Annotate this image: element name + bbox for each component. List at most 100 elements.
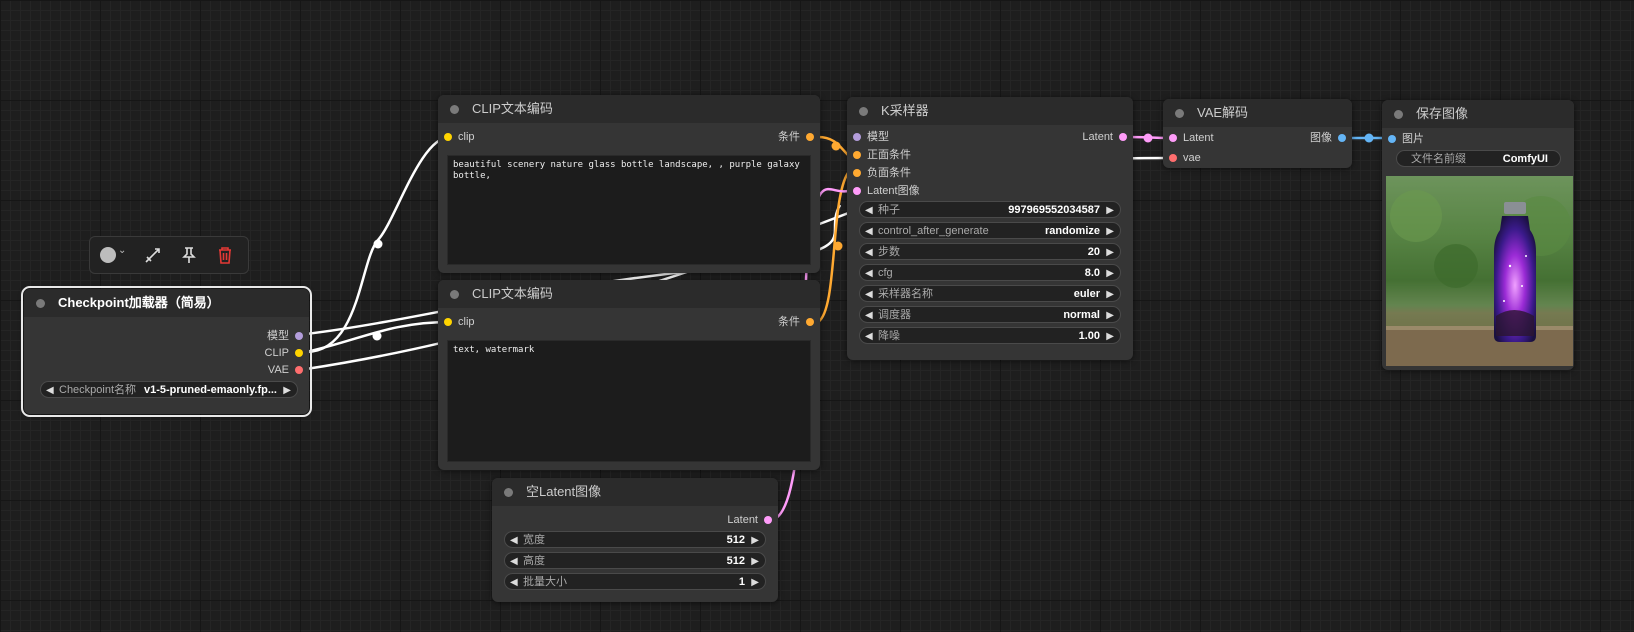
- bypass-button[interactable]: [140, 243, 166, 267]
- slot-dot[interactable]: [764, 516, 772, 524]
- node-title[interactable]: VAE解码: [1163, 99, 1352, 127]
- decrement-arrow[interactable]: ◀: [510, 574, 518, 591]
- save-image-node[interactable]: 保存图像 图片 文件名前缀 ComfyUI: [1382, 100, 1574, 370]
- widget-value: 1.00: [1078, 330, 1100, 342]
- color-picker-button[interactable]: ⌄: [96, 243, 128, 267]
- output-vae[interactable]: VAE: [268, 363, 309, 377]
- slot-dot[interactable]: [444, 318, 452, 326]
- input-positive[interactable]: 正面条件: [847, 148, 911, 162]
- decrement-arrow[interactable]: ◀: [865, 328, 873, 345]
- slot-dot[interactable]: [806, 318, 814, 326]
- increment-arrow[interactable]: ▶: [751, 553, 759, 570]
- output-conditioning[interactable]: 条件: [778, 130, 820, 144]
- node-title[interactable]: 空Latent图像: [492, 478, 778, 506]
- output-image[interactable]: 图像: [1310, 131, 1352, 145]
- filename-prefix-field[interactable]: 文件名前缀 ComfyUI: [1396, 150, 1561, 167]
- input-vae[interactable]: vae: [1163, 151, 1201, 165]
- slot-dot[interactable]: [853, 169, 861, 177]
- node-title[interactable]: K采样器: [847, 97, 1133, 125]
- checkpoint-name-combo[interactable]: ◀ Checkpoint名称 v1-5-pruned-emaonly.fp...…: [40, 381, 298, 398]
- slot-dot[interactable]: [1338, 134, 1346, 142]
- slot-dot[interactable]: [853, 187, 861, 195]
- increment-arrow[interactable]: ▶: [1106, 202, 1114, 219]
- slot-dot[interactable]: [853, 133, 861, 141]
- denoise-stepper[interactable]: ◀ 降噪 1.00 ▶: [859, 327, 1121, 344]
- slot-dot[interactable]: [853, 151, 861, 159]
- input-images[interactable]: 图片: [1382, 132, 1424, 146]
- output-latent[interactable]: Latent: [727, 513, 778, 527]
- collapse-dot[interactable]: [450, 105, 459, 114]
- collapse-dot[interactable]: [504, 488, 513, 497]
- batch-size-stepper[interactable]: ◀ 批量大小 1 ▶: [504, 573, 766, 590]
- decrement-arrow[interactable]: ◀: [865, 307, 873, 324]
- slot-dot[interactable]: [295, 332, 303, 340]
- steps-stepper[interactable]: ◀ 步数 20 ▶: [859, 243, 1121, 260]
- delete-button[interactable]: [212, 243, 238, 267]
- generated-image-preview[interactable]: [1386, 176, 1573, 366]
- input-latent-image[interactable]: Latent图像: [847, 184, 920, 198]
- collapse-dot[interactable]: [1394, 110, 1403, 119]
- decrement-arrow[interactable]: ◀: [865, 223, 873, 240]
- collapse-dot[interactable]: [450, 290, 459, 299]
- cfg-stepper[interactable]: ◀ cfg 8.0 ▶: [859, 264, 1121, 281]
- slot-dot[interactable]: [295, 349, 303, 357]
- increment-arrow[interactable]: ▶: [751, 532, 759, 549]
- increment-arrow[interactable]: ▶: [283, 382, 291, 399]
- input-model[interactable]: 模型: [847, 130, 889, 144]
- collapse-dot[interactable]: [1175, 109, 1184, 118]
- increment-arrow[interactable]: ▶: [751, 574, 759, 591]
- input-latent[interactable]: Latent: [1163, 131, 1214, 145]
- node-title[interactable]: CLIP文本编码: [438, 280, 820, 308]
- decrement-arrow[interactable]: ◀: [865, 265, 873, 282]
- width-stepper[interactable]: ◀ 宽度 512 ▶: [504, 531, 766, 548]
- output-latent[interactable]: Latent: [1082, 130, 1133, 144]
- node-title[interactable]: 保存图像: [1382, 100, 1574, 128]
- decrement-arrow[interactable]: ◀: [865, 202, 873, 219]
- seed-stepper[interactable]: ◀ 种子 997969552034587 ▶: [859, 201, 1121, 218]
- empty-latent-image-node[interactable]: 空Latent图像 Latent ◀ 宽度 512 ▶ ◀ 高度 512 ▶ ◀ 批量大小 1 ▶: [492, 478, 778, 602]
- vae-decode-node[interactable]: VAE解码 Latent vae 图像: [1163, 99, 1352, 168]
- decrement-arrow[interactable]: ◀: [510, 553, 518, 570]
- clip-text-encode-positive-node[interactable]: CLIP文本编码 clip 条件 beautiful scenery natur…: [438, 95, 820, 273]
- slot-dot[interactable]: [1388, 135, 1396, 143]
- sampler-name-combo[interactable]: ◀ 采样器名称 euler ▶: [859, 285, 1121, 302]
- output-conditioning[interactable]: 条件: [778, 315, 820, 329]
- input-negative[interactable]: 负面条件: [847, 166, 911, 180]
- input-clip[interactable]: clip: [438, 130, 475, 144]
- prompt-textarea[interactable]: text, watermark: [447, 340, 811, 462]
- decrement-arrow[interactable]: ◀: [46, 382, 54, 399]
- slot-dot[interactable]: [1169, 154, 1177, 162]
- pin-button[interactable]: [176, 243, 202, 267]
- checkpoint-loader-node[interactable]: Checkpoint加载器（简易） 模型 CLIP VAE ◀ Checkpoi…: [21, 286, 312, 417]
- prompt-textarea[interactable]: beautiful scenery nature glass bottle la…: [447, 155, 811, 265]
- slot-dot[interactable]: [444, 133, 452, 141]
- increment-arrow[interactable]: ▶: [1106, 265, 1114, 282]
- ksampler-node[interactable]: K采样器 模型 正面条件 负面条件 Latent图像 Latent ◀ 种子 997…: [847, 97, 1133, 360]
- increment-arrow[interactable]: ▶: [1106, 286, 1114, 303]
- output-clip[interactable]: CLIP: [265, 346, 309, 360]
- node-title[interactable]: Checkpoint加载器（简易）: [24, 289, 309, 317]
- decrement-arrow[interactable]: ◀: [865, 286, 873, 303]
- increment-arrow[interactable]: ▶: [1106, 244, 1114, 261]
- node-title[interactable]: CLIP文本编码: [438, 95, 820, 123]
- widget-label: 高度: [523, 555, 545, 567]
- node-title-text: 保存图像: [1416, 106, 1469, 121]
- collapse-dot[interactable]: [36, 299, 45, 308]
- collapse-dot[interactable]: [859, 107, 868, 116]
- increment-arrow[interactable]: ▶: [1106, 307, 1114, 324]
- output-model[interactable]: 模型: [267, 329, 309, 343]
- scheduler-combo[interactable]: ◀ 调度器 normal ▶: [859, 306, 1121, 323]
- height-stepper[interactable]: ◀ 高度 512 ▶: [504, 552, 766, 569]
- slot-dot[interactable]: [295, 366, 303, 374]
- increment-arrow[interactable]: ▶: [1106, 223, 1114, 240]
- color-circle-icon: [100, 247, 116, 263]
- decrement-arrow[interactable]: ◀: [865, 244, 873, 261]
- input-clip[interactable]: clip: [438, 315, 475, 329]
- increment-arrow[interactable]: ▶: [1106, 328, 1114, 345]
- decrement-arrow[interactable]: ◀: [510, 532, 518, 549]
- slot-dot[interactable]: [806, 133, 814, 141]
- clip-text-encode-negative-node[interactable]: CLIP文本编码 clip 条件 text, watermark: [438, 280, 820, 470]
- slot-dot[interactable]: [1169, 134, 1177, 142]
- control-after-generate-combo[interactable]: ◀ control_after_generate randomize ▶: [859, 222, 1121, 239]
- slot-dot[interactable]: [1119, 133, 1127, 141]
